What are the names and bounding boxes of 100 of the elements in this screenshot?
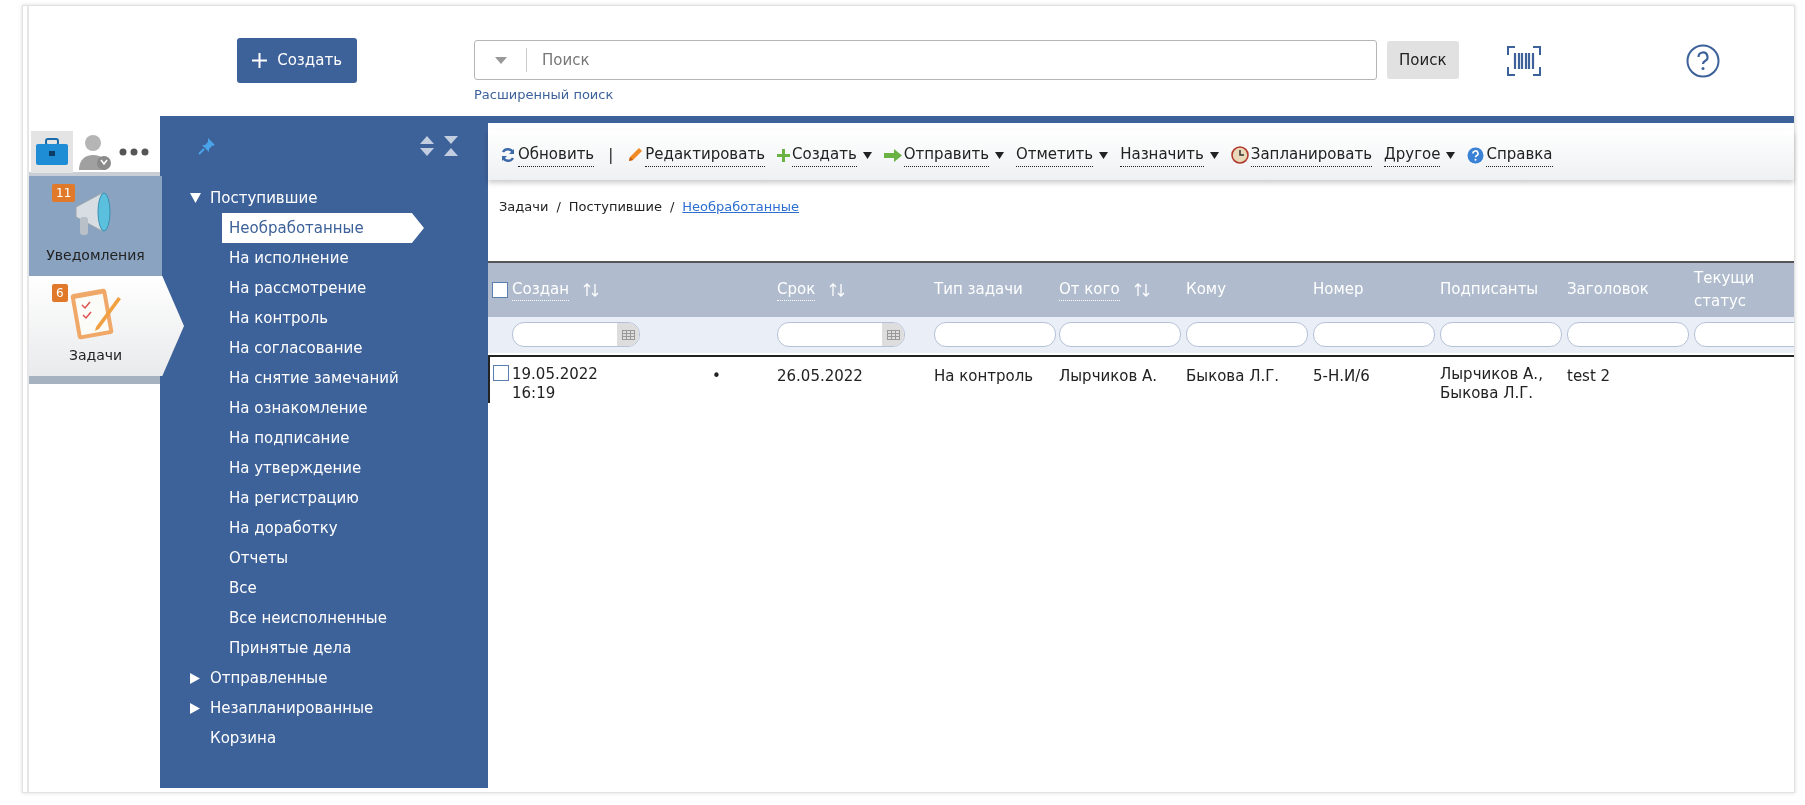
table-cell: Быкова Л.Г. bbox=[1186, 366, 1280, 386]
arrow-right-icon bbox=[883, 148, 902, 162]
column-header: Тип задачи bbox=[934, 279, 1023, 301]
tree-item[interactable]: Принятые дела bbox=[222, 633, 424, 663]
tree-item[interactable]: На согласование bbox=[222, 333, 424, 363]
breadcrumb-link[interactable]: Необработанные bbox=[682, 197, 799, 217]
caret-down-icon[interactable] bbox=[494, 56, 507, 64]
toolbar-button[interactable]: Отметить bbox=[1016, 143, 1109, 167]
briefcase-icon[interactable] bbox=[31, 130, 73, 173]
table-row[interactable]: 19.05.2022 16:19 • 26.05.2022 На контроль Лырчиков А. Быкова Л.Г. 5-Н.И/6 Лырчиков А., Быкова Л.Г. test 2 bbox=[488, 354, 1794, 403]
tree-item[interactable]: На подписание bbox=[222, 423, 424, 453]
tree-item[interactable]: Отчеты bbox=[222, 543, 424, 573]
search-field[interactable]: Поиск bbox=[474, 40, 1377, 80]
tree-folder[interactable]: Незапланированные bbox=[160, 693, 488, 723]
column-header: Кому bbox=[1186, 279, 1227, 301]
tree-item[interactable]: На утверждение bbox=[222, 453, 424, 483]
tree-item[interactable]: На доработку bbox=[222, 513, 424, 543]
table-cell: 5-Н.И/6 bbox=[1313, 366, 1370, 386]
filter-field[interactable] bbox=[1440, 322, 1562, 347]
sort-icon[interactable] bbox=[1133, 282, 1150, 297]
tree-item[interactable]: На контроль bbox=[222, 303, 424, 333]
toolbar-separator: | bbox=[607, 144, 615, 166]
help-icon[interactable] bbox=[1685, 44, 1720, 78]
toolbar-button[interactable]: Обновить bbox=[500, 143, 595, 167]
breadcrumb-link[interactable]: Поступившие bbox=[568, 197, 662, 217]
module-tab[interactable]: Уведомления 11 bbox=[29, 176, 162, 276]
expanded-arrow-icon[interactable] bbox=[189, 193, 201, 203]
filter-field[interactable] bbox=[1567, 322, 1689, 347]
module-tab[interactable]: Задачи 6 bbox=[29, 276, 184, 376]
clock-icon bbox=[1230, 146, 1249, 164]
plus-icon bbox=[777, 148, 790, 162]
tree-item[interactable]: На рассмотрение bbox=[222, 273, 424, 303]
table-cell-text: Лырчиков А., Быкова Л.Г. bbox=[1440, 364, 1544, 403]
tree-item[interactable]: На снятие замечаний bbox=[222, 363, 424, 393]
sort-arrows-icon[interactable] bbox=[420, 136, 434, 156]
caret-down-icon bbox=[995, 151, 1004, 159]
toolbar-button[interactable]: Редактировать bbox=[627, 143, 765, 167]
tree-folder[interactable]: Корзина bbox=[160, 723, 488, 753]
filter-field[interactable] bbox=[1694, 322, 1794, 347]
column-header: Заголовок bbox=[1567, 279, 1649, 301]
checkbox[interactable] bbox=[493, 364, 509, 381]
sort-icon[interactable] bbox=[829, 282, 846, 297]
plus-icon bbox=[252, 53, 268, 68]
column-header: Номер bbox=[1313, 279, 1364, 301]
sort-icon[interactable] bbox=[583, 282, 599, 297]
count-badge: 6 bbox=[52, 284, 68, 302]
caret-down-icon bbox=[1099, 151, 1109, 159]
search-input[interactable]: Поиск bbox=[527, 48, 1376, 72]
toolbar-button[interactable]: Справка bbox=[1467, 143, 1553, 167]
tree-item[interactable]: Все неисполненные bbox=[222, 603, 424, 633]
filter-field[interactable] bbox=[1313, 322, 1435, 347]
calendar-icon[interactable] bbox=[621, 329, 635, 340]
breadcrumb-separator: / bbox=[556, 198, 561, 216]
caret-down-icon bbox=[1446, 151, 1456, 159]
tree-item[interactable]: На ознакомление bbox=[222, 393, 424, 423]
toolbar-button[interactable]: Назначить bbox=[1120, 143, 1219, 167]
caret-down-icon bbox=[862, 151, 872, 159]
calendar-icon[interactable] bbox=[886, 329, 900, 340]
date-filter-field[interactable] bbox=[512, 322, 640, 347]
search-button[interactable]: Поиск bbox=[1387, 41, 1459, 79]
checkbox[interactable] bbox=[492, 281, 508, 298]
tree-item[interactable]: На исполнение bbox=[222, 243, 424, 273]
module-label: Уведомления bbox=[46, 246, 145, 265]
column-header: Текущи статус bbox=[1694, 268, 1756, 312]
filter-field[interactable] bbox=[1186, 322, 1308, 347]
date-filter-field[interactable] bbox=[777, 322, 905, 347]
tree-item[interactable]: На регистрацию bbox=[222, 483, 424, 513]
pin-icon[interactable] bbox=[198, 137, 216, 155]
table-cell: 26.05.2022 bbox=[777, 366, 863, 386]
toolbar-button[interactable]: Другое bbox=[1384, 143, 1456, 167]
column-header: Подписанты bbox=[1440, 279, 1539, 301]
table-cell: • bbox=[712, 366, 721, 386]
pencil-icon bbox=[627, 147, 644, 163]
refresh-icon bbox=[500, 147, 516, 163]
collapse-icon[interactable] bbox=[444, 136, 458, 156]
breadcrumb-separator: / bbox=[669, 198, 675, 216]
collapsed-arrow-icon[interactable] bbox=[190, 702, 200, 714]
barcode-icon[interactable] bbox=[1506, 46, 1541, 76]
tree-folder[interactable]: Отправленные bbox=[160, 663, 488, 693]
filter-field[interactable] bbox=[934, 322, 1056, 347]
advanced-search-link[interactable]: Расширенный поиск bbox=[474, 85, 1459, 105]
toolbar-button[interactable]: Отправить bbox=[883, 143, 1004, 167]
tree-item[interactable]: Необработанные bbox=[222, 213, 424, 243]
toolbar-button[interactable]: Запланировать bbox=[1230, 143, 1373, 167]
tree-folder[interactable]: Поступившие bbox=[160, 183, 488, 213]
tree-item[interactable]: Все bbox=[222, 573, 424, 603]
filter-field[interactable] bbox=[1059, 322, 1181, 347]
create-button[interactable]: Создать bbox=[237, 38, 357, 83]
module-label: Задачи bbox=[68, 346, 123, 365]
collapsed-arrow-icon[interactable] bbox=[190, 672, 200, 684]
table-cell: test 2 bbox=[1567, 366, 1611, 386]
table-cell: Лырчиков А. bbox=[1059, 366, 1158, 386]
table-cell-text: 19.05.2022 16:19 bbox=[512, 364, 599, 403]
count-badge: 11 bbox=[52, 184, 76, 202]
breadcrumb-link[interactable]: Задачи bbox=[499, 197, 549, 217]
more-icon[interactable] bbox=[119, 147, 149, 156]
toolbar-button[interactable]: Создать bbox=[777, 143, 872, 167]
help-icon bbox=[1467, 146, 1485, 164]
caret-down-icon bbox=[1209, 151, 1219, 159]
table-cell: На контроль bbox=[934, 366, 1034, 386]
